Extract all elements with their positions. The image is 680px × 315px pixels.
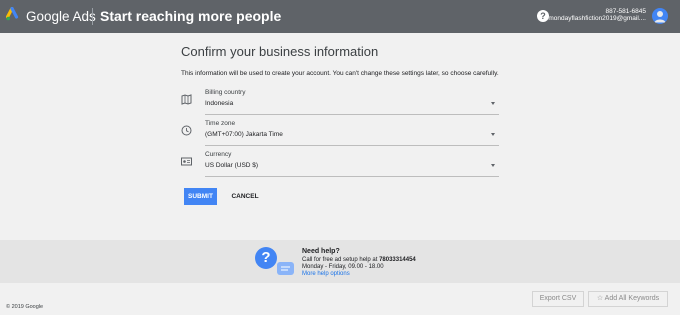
help-question-icon: ?	[255, 247, 277, 269]
help-circle-icon[interactable]: ?	[537, 10, 549, 22]
help-call-text: Call for free ad setup help at 780333144…	[302, 257, 416, 263]
header-divider	[92, 8, 93, 25]
help-hours: Monday - Friday, 09.00 - 18.00	[302, 264, 384, 270]
time-zone-select[interactable]: Time zone (GMT+07:00) Jakarta Time	[181, 120, 499, 146]
field-underline	[205, 114, 499, 115]
clock-icon	[181, 123, 192, 136]
form-heading: Confirm your business information	[181, 44, 379, 59]
more-help-link[interactable]: More help options	[302, 271, 350, 277]
account-email[interactable]: mondayflashfiction2019@gmail....	[548, 15, 646, 22]
form-intro: This information will be used to create …	[181, 70, 499, 77]
chevron-down-icon[interactable]	[491, 164, 495, 167]
time-zone-value[interactable]: (GMT+07:00) Jakarta Time	[205, 131, 283, 138]
page-title: Start reaching more people	[100, 8, 282, 24]
submit-button[interactable]: SUBMIT	[184, 188, 217, 205]
billing-country-select[interactable]: Billing country Indonesia	[181, 89, 499, 115]
top-bar: Google Ads Start reaching more people ? …	[0, 0, 680, 33]
field-underline	[205, 145, 499, 146]
help-phone: 78033314454	[379, 257, 416, 263]
billing-country-value[interactable]: Indonesia	[205, 100, 233, 107]
help-call-prefix: Call for free ad setup help at	[302, 257, 378, 263]
add-all-keywords-button[interactable]: ☆ Add All Keywords	[588, 291, 668, 307]
chevron-down-icon[interactable]	[491, 102, 495, 105]
brand-name[interactable]: Google Ads	[26, 9, 96, 24]
add-all-keywords-label: Add All Keywords	[604, 295, 660, 302]
currency-card-icon	[181, 154, 192, 166]
field-underline	[205, 176, 499, 177]
cancel-button[interactable]: CANCEL	[228, 188, 262, 205]
help-title: Need help?	[302, 248, 340, 255]
chevron-down-icon[interactable]	[491, 133, 495, 136]
time-zone-label: Time zone	[205, 120, 236, 127]
account-phone[interactable]: 887-581-6845	[606, 8, 646, 15]
currency-select[interactable]: Currency US Dollar (USD $)	[181, 151, 499, 177]
currency-value[interactable]: US Dollar (USD $)	[205, 162, 258, 169]
map-icon	[181, 92, 192, 105]
copyright: © 2019 Google	[6, 304, 44, 310]
account-avatar-icon[interactable]	[652, 8, 668, 24]
chat-bubble-icon	[277, 262, 294, 275]
star-icon: ☆	[596, 295, 605, 302]
google-ads-logo-icon[interactable]	[5, 6, 22, 23]
export-csv-button[interactable]: Export CSV	[532, 291, 584, 307]
billing-country-label: Billing country	[205, 89, 246, 96]
currency-label: Currency	[205, 151, 232, 158]
